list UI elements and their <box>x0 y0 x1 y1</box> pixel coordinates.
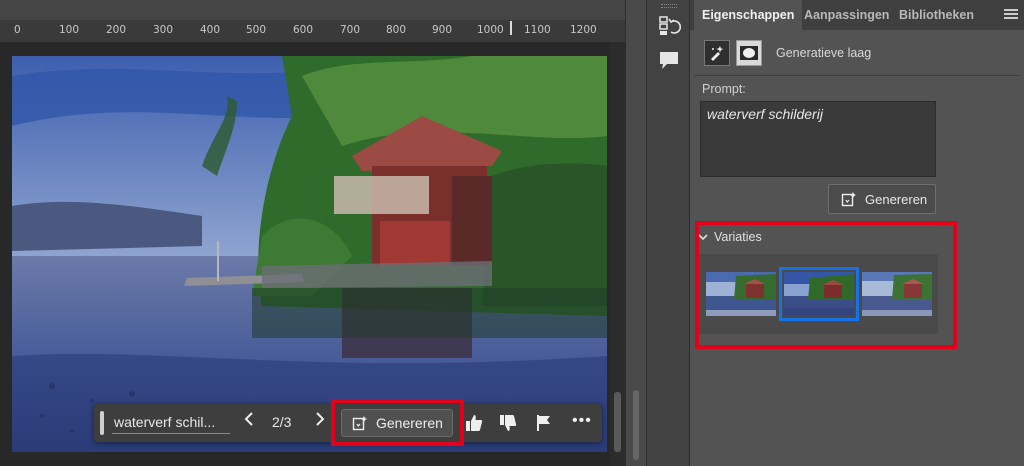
ruler-tick-label: 800 <box>386 24 407 36</box>
variations-title: Variaties <box>714 230 762 244</box>
scrollbar-thumb[interactable] <box>633 390 639 460</box>
contextual-taskbar: waterverf schil... 2/3 Genereren ••• <box>94 404 602 442</box>
prompt-label: Prompt: <box>702 82 746 96</box>
generate-icon <box>352 416 367 431</box>
chevron-down-icon <box>698 234 708 241</box>
ruler-tick-label: 600 <box>293 24 314 36</box>
tab-eigenschappen[interactable]: Eigenschappen <box>694 0 803 30</box>
divider <box>694 75 1020 76</box>
panel-dock-scrollbar[interactable] <box>625 0 646 466</box>
ruler-position-marker <box>510 21 512 35</box>
layer-info-row: Generatieve laag <box>704 40 871 66</box>
taskbar-generate-label: Genereren <box>376 415 443 431</box>
layer-type-label: Generatieve laag <box>776 46 872 60</box>
variation-thumbnail-selected[interactable] <box>779 267 859 321</box>
document-image[interactable] <box>12 56 607 452</box>
ruler-tick-label: 100 <box>59 24 80 36</box>
history-icon <box>659 16 682 35</box>
variations-section: Variaties <box>695 221 957 349</box>
ruler-tick-label: 0 <box>14 24 21 36</box>
thumbs-up-button[interactable] <box>464 413 484 433</box>
previous-variation-button[interactable] <box>241 412 257 432</box>
horizontal-ruler: 0 100 200 300 400 500 600 700 800 900 10… <box>0 0 625 42</box>
properties-panel: Eigenschappen Aanpassingen Bibliotheken … <box>690 0 1024 466</box>
ruler-tick-label: 500 <box>246 24 267 36</box>
thumbs-up-icon <box>466 415 483 431</box>
canvas-area: 0 100 200 300 400 500 600 700 800 900 10… <box>0 0 625 466</box>
taskbar-generate-button[interactable]: Genereren <box>341 409 453 437</box>
variations-header[interactable]: Variaties <box>698 230 762 244</box>
document-tab-strip <box>0 0 625 20</box>
panel-menu-icon[interactable] <box>1004 9 1018 21</box>
scrollbar-thumb[interactable] <box>614 392 621 452</box>
variation-thumbnail[interactable] <box>862 272 932 316</box>
ruler-tick-label: 1100 <box>524 24 551 36</box>
photoshop-window: 0 100 200 300 400 500 600 700 800 900 10… <box>0 0 1024 466</box>
vertical-scrollbar[interactable] <box>610 42 625 466</box>
ruler-tick-label: 1200 <box>570 24 597 36</box>
more-options-button[interactable]: ••• <box>572 412 592 430</box>
panel-tab-bar: Eigenschappen Aanpassingen Bibliotheken <box>690 0 1024 30</box>
comment-icon <box>660 52 678 69</box>
thumbs-down-icon <box>500 415 517 431</box>
variation-thumbnail[interactable] <box>706 272 776 316</box>
tab-bibliotheken[interactable]: Bibliotheken <box>891 0 982 30</box>
tab-aanpassingen[interactable]: Aanpassingen <box>796 0 897 30</box>
variations-grid <box>698 254 938 334</box>
flag-icon <box>537 415 550 431</box>
panel-generate-button[interactable]: Genereren <box>828 184 936 214</box>
chevron-left-icon <box>244 412 253 426</box>
variation-counter: 2/3 <box>272 414 292 430</box>
panel-generate-label: Genereren <box>865 191 928 207</box>
prompt-textarea[interactable]: waterverf schilderij <box>700 101 936 177</box>
watercolor-boathouse-image <box>12 56 607 452</box>
generative-layer-icon <box>704 40 730 66</box>
ruler-tick-label: 300 <box>153 24 174 36</box>
ruler-tick-label: 900 <box>432 24 453 36</box>
chevron-right-icon <box>316 412 325 426</box>
collapsed-panel-column <box>646 0 690 466</box>
next-variation-button[interactable] <box>312 412 328 432</box>
ruler-tick-label: 1000 <box>477 24 504 36</box>
comments-panel-button[interactable] <box>657 48 681 72</box>
taskbar-grip-handle[interactable] <box>100 411 104 435</box>
ruler-tick-label: 700 <box>340 24 361 36</box>
taskbar-prompt-input[interactable]: waterverf schil... <box>112 412 230 434</box>
thumbs-down-button[interactable] <box>498 413 518 433</box>
generate-icon <box>841 192 856 207</box>
history-panel-button[interactable] <box>657 14 682 38</box>
ruler-tick-label: 200 <box>106 24 127 36</box>
ruler-tick-label: 400 <box>200 24 221 36</box>
column-grip-handle[interactable] <box>661 4 677 8</box>
mask-icon <box>736 40 762 66</box>
report-flag-button[interactable] <box>534 413 554 433</box>
